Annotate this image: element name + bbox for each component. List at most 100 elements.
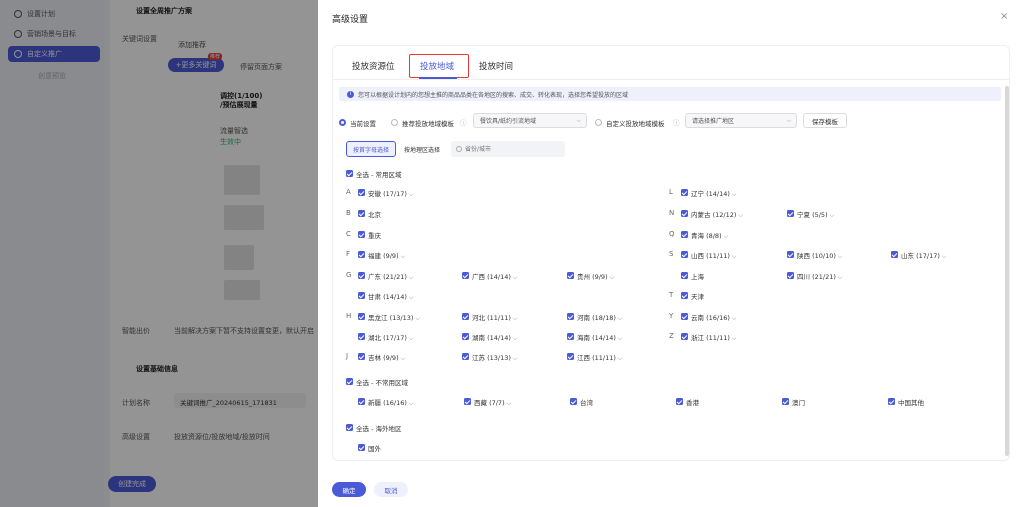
chevron-down-icon[interactable]: ⌵ <box>838 274 843 281</box>
province-item[interactable]: 贵州 (9/9) ⌵ <box>577 271 614 282</box>
chevron-down-icon[interactable]: ⌵ <box>618 335 623 342</box>
chevron-down-icon[interactable]: ⌵ <box>732 315 737 322</box>
province-item[interactable]: 天津 <box>691 291 704 301</box>
checkbox-province[interactable] <box>462 313 469 320</box>
checkbox-region[interactable] <box>570 398 577 405</box>
chevron-down-icon[interactable]: ⌵ <box>513 355 518 362</box>
checkbox-province[interactable] <box>358 231 365 238</box>
province-item[interactable]: 上海 <box>691 271 704 281</box>
province-item[interactable]: 广东 (21/21) ⌵ <box>368 271 413 282</box>
chevron-down-icon[interactable]: ⌵ <box>415 315 420 322</box>
province-item[interactable]: 山西 (11/11) ⌵ <box>691 250 736 261</box>
province-item[interactable]: 陕西 (10/10) ⌵ <box>797 250 842 261</box>
province-item[interactable]: 辽宁 (14/14) ⌵ <box>691 188 736 199</box>
province-item[interactable]: 福建 (9/9) ⌵ <box>368 250 405 261</box>
search-input[interactable] <box>451 141 565 157</box>
chevron-down-icon[interactable]: ⌵ <box>409 400 414 407</box>
province-item[interactable]: 浙江 (11/11) ⌵ <box>691 332 736 343</box>
province-item[interactable]: 河北 (11/11) ⌵ <box>472 312 517 323</box>
chevron-down-icon[interactable]: ⌵ <box>830 212 835 219</box>
chevron-down-icon[interactable]: ⌵ <box>513 335 518 342</box>
chevron-down-icon[interactable]: ⌵ <box>838 253 843 260</box>
scrollbar[interactable] <box>1005 86 1009 456</box>
checkbox-region[interactable] <box>782 398 789 405</box>
chevron-down-icon[interactable]: ⌵ <box>610 274 615 281</box>
checkbox-province[interactable] <box>681 272 688 279</box>
chevron-down-icon[interactable]: ⌵ <box>738 212 743 219</box>
province-item[interactable]: 江苏 (13/13) ⌵ <box>472 352 517 363</box>
checkbox-uncommon[interactable] <box>346 378 353 385</box>
help-icon[interactable]: ⓘ <box>460 117 467 127</box>
chevron-down-icon[interactable]: ⌵ <box>409 335 414 342</box>
region-item[interactable]: 国外 <box>368 443 381 453</box>
checkbox-province[interactable] <box>567 353 574 360</box>
checkbox-province[interactable] <box>681 210 688 217</box>
close-icon[interactable]: × <box>1000 11 1008 22</box>
chevron-down-icon[interactable]: ⌵ <box>513 274 518 281</box>
chevron-down-icon[interactable]: ⌵ <box>409 274 414 281</box>
checkbox-province[interactable] <box>567 272 574 279</box>
region-item[interactable]: 澳门 <box>792 397 805 407</box>
checkbox-province[interactable] <box>567 333 574 340</box>
cancel-button[interactable]: 取消 <box>374 482 408 497</box>
province-item[interactable]: 黑龙江 (13/13) ⌵ <box>368 312 420 323</box>
chevron-down-icon[interactable]: ⌵ <box>724 233 729 240</box>
province-item[interactable]: 四川 (21/21) ⌵ <box>797 271 842 282</box>
checkbox-province[interactable] <box>681 231 688 238</box>
province-item[interactable]: 云南 (16/16) ⌵ <box>691 312 736 323</box>
checkbox-province[interactable] <box>681 292 688 299</box>
province-item[interactable]: 湖北 (17/17) ⌵ <box>368 332 413 343</box>
confirm-button[interactable]: 确定 <box>332 482 366 497</box>
checkbox-province[interactable] <box>358 313 365 320</box>
checkbox-province[interactable] <box>681 333 688 340</box>
checkbox-region[interactable] <box>888 398 895 405</box>
province-item[interactable]: 湖南 (14/14) ⌵ <box>472 332 517 343</box>
region-item[interactable]: 中国其他 <box>898 397 924 407</box>
checkbox-region[interactable] <box>464 398 471 405</box>
chevron-down-icon[interactable]: ⌵ <box>401 355 406 362</box>
province-item[interactable]: 青海 (8/8) ⌵ <box>691 230 728 241</box>
province-item[interactable]: 广西 (14/14) ⌵ <box>472 271 517 282</box>
help-icon[interactable]: ⓘ <box>673 117 680 127</box>
province-item[interactable]: 吉林 (9/9) ⌵ <box>368 352 405 363</box>
province-item[interactable]: 海南 (14/14) ⌵ <box>577 332 622 343</box>
checkbox-province[interactable] <box>681 189 688 196</box>
checkbox-province[interactable] <box>787 272 794 279</box>
checkbox-province[interactable] <box>358 353 365 360</box>
chevron-down-icon[interactable]: ⌵ <box>732 253 737 260</box>
checkbox-province[interactable] <box>462 333 469 340</box>
chevron-down-icon[interactable]: ⌵ <box>732 335 737 342</box>
checkbox-province[interactable] <box>358 189 365 196</box>
chevron-down-icon[interactable]: ⌵ <box>401 253 406 260</box>
chevron-down-icon[interactable]: ⌵ <box>409 294 414 301</box>
province-item[interactable]: 河南 (18/18) ⌵ <box>577 312 622 323</box>
checkbox-province[interactable] <box>462 272 469 279</box>
checkbox-province[interactable] <box>681 251 688 258</box>
recommend-template-select[interactable]: 餐饮具/纸约引流地域 ⌵ <box>473 113 587 128</box>
province-item[interactable]: 江西 (11/11) ⌵ <box>577 352 622 363</box>
chevron-down-icon[interactable]: ⌵ <box>513 315 518 322</box>
checkbox-province[interactable] <box>358 272 365 279</box>
chevron-down-icon[interactable]: ⌵ <box>732 191 737 198</box>
chevron-down-icon[interactable]: ⌵ <box>409 191 414 198</box>
region-item[interactable]: 香港 <box>686 397 699 407</box>
province-item[interactable]: 重庆 <box>368 230 381 240</box>
seg-by-region[interactable]: 按地理区选择 <box>397 141 447 157</box>
radio-current[interactable] <box>339 119 346 126</box>
checkbox-region[interactable] <box>358 444 365 451</box>
radio-custom[interactable] <box>595 119 602 126</box>
save-template-button[interactable]: 保存模板 <box>803 113 847 128</box>
chevron-down-icon[interactable]: ⌵ <box>618 355 623 362</box>
checkbox-region[interactable] <box>358 398 365 405</box>
region-item[interactable]: 新疆 (16/16) ⌵ <box>368 397 413 408</box>
checkbox-province[interactable] <box>787 210 794 217</box>
checkbox-province[interactable] <box>462 353 469 360</box>
custom-template-select[interactable]: 请选择推广地区 ⌵ <box>685 113 797 128</box>
radio-recommend[interactable] <box>391 119 398 126</box>
province-item[interactable]: 宁夏 (5/5) ⌵ <box>797 209 834 220</box>
checkbox-province[interactable] <box>358 210 365 217</box>
checkbox-province[interactable] <box>681 313 688 320</box>
tab-time[interactable]: 投放时间 <box>479 60 513 72</box>
province-item[interactable]: 内蒙古 (12/12) ⌵ <box>691 209 743 220</box>
tab-resource[interactable]: 投放资源位 <box>352 60 395 72</box>
